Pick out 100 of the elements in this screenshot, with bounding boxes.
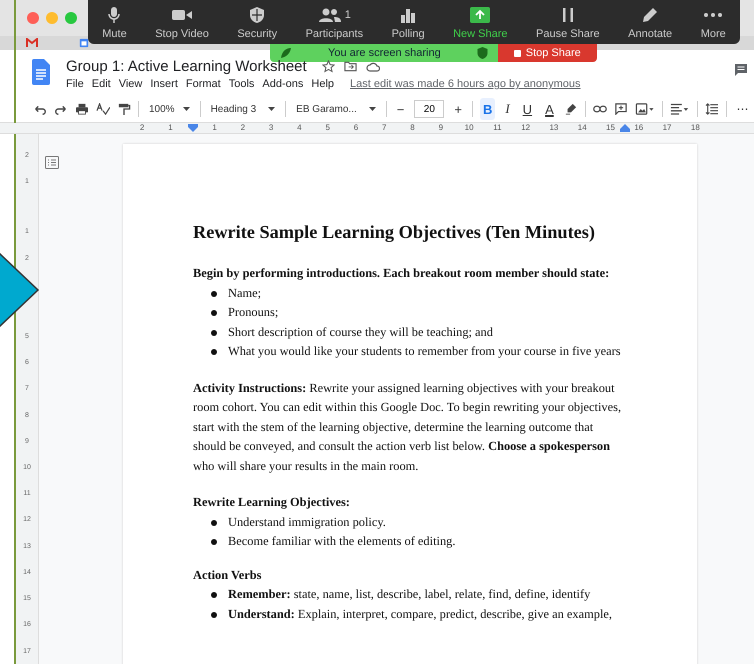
ruler-number: 1 (211, 123, 218, 133)
shield-icon (476, 47, 488, 59)
bullet-item: Understand immigration policy. (228, 514, 386, 531)
indent-marker-icon[interactable] (620, 124, 630, 132)
bullet-icon (211, 520, 217, 526)
style-dropdown[interactable]: Heading 3 (208, 104, 278, 114)
bullet-item: What you would like your students to remember from your course in five years (228, 343, 621, 360)
ruler-number: 7 (381, 123, 388, 133)
align-left-icon[interactable] (670, 103, 690, 115)
ruler-number: 4 (296, 123, 303, 133)
paragraph: Activity Instructions: Rewrite your assigned learning objectives with your breakout room cohort. You can edit within this Google Doc. To begin rewriting your objectives, start with the stem of the learning objective, determine the learning outcome that should be conveyed, and consult the action verb list below. Choose a spokesperson who will share your results in the main room. (193, 380, 622, 475)
toolbar-button[interactable]: Stop Video (155, 4, 209, 40)
document-heading: Rewrite Sample Learning Objectives (Ten Minutes) (193, 221, 596, 244)
toolbar-button[interactable]: 1 Participants (306, 4, 364, 40)
toolbar-button[interactable]: Security (237, 4, 278, 40)
caret-icon (182, 107, 190, 111)
redo-icon[interactable] (54, 103, 68, 115)
toolbar-button[interactable]: Mute (102, 4, 127, 40)
bullet-icon (211, 290, 217, 296)
ruler-number: 15 (605, 123, 616, 133)
menu-item[interactable]: View (118, 78, 142, 90)
bullet-item: Remember: state, name, list, describe, label, relate, find, define, identify (228, 586, 590, 603)
last-edit-link[interactable]: Last edit was made 6 hours ago by anonymous (350, 78, 581, 90)
ruler-number: 8 (409, 123, 416, 133)
ruler-number: 2 (240, 123, 246, 133)
star-icon[interactable] (322, 60, 335, 72)
participant-count: 1 (344, 8, 351, 20)
bullet-item: Understand: Explain, interpret, compare, predict, describe, give an example, (228, 606, 612, 623)
font-dropdown[interactable]: EB Garamo... (293, 104, 379, 114)
microphone-icon (107, 6, 122, 24)
more-icon (703, 12, 724, 18)
line-spacing-icon[interactable] (704, 103, 719, 115)
bullet-icon (211, 539, 217, 545)
pause-icon (562, 6, 574, 22)
video-camera-icon (171, 8, 194, 22)
bullet-icon (211, 612, 217, 618)
ruler-number: 11 (492, 123, 503, 133)
format-button[interactable]: B (480, 98, 496, 120)
ruler-number: 16 (633, 123, 644, 133)
decrease-size-button[interactable]: − (394, 98, 408, 120)
bullet-item: Name; (228, 284, 262, 302)
format-button[interactable]: A (542, 98, 557, 120)
bullet-icon (211, 310, 217, 316)
sharing-status: You are screen sharing (327, 47, 442, 59)
increase-size-button[interactable]: + (451, 98, 465, 120)
font-size-field[interactable]: 20 (414, 100, 444, 118)
folder-icon[interactable] (344, 60, 357, 72)
toolbar-button[interactable]: Pause Share (536, 4, 600, 40)
outline-icon[interactable] (45, 156, 59, 169)
cloud-icon[interactable] (366, 60, 380, 72)
share-screen-icon (469, 6, 492, 24)
image-icon[interactable] (634, 103, 655, 115)
toolbar-button[interactable]: Annotate (628, 4, 672, 40)
bar-chart-icon (400, 6, 416, 22)
bullet-item: Short description of course they will be teaching; and (228, 324, 493, 341)
document-icon[interactable] (32, 59, 50, 85)
zoom-dropdown[interactable]: 100% (146, 104, 193, 114)
toolbar-button[interactable]: Polling (392, 4, 425, 40)
print-icon[interactable] (75, 103, 89, 115)
menu-item[interactable]: Format (186, 78, 221, 90)
link-icon[interactable] (592, 103, 607, 115)
paragraph: Begin by performing introductions. Each breakout room member should state: (193, 265, 610, 282)
caret-icon (368, 107, 376, 111)
paint-roller-icon[interactable] (117, 103, 131, 115)
bullet-icon (211, 349, 217, 355)
format-button[interactable]: I (502, 98, 513, 120)
toolbar-button[interactable]: New Share (453, 4, 508, 40)
section-heading: Rewrite Learning Objectives: (193, 494, 351, 511)
document-title[interactable]: Group 1: Active Learning Worksheet (66, 58, 307, 74)
ruler-number: 12 (520, 123, 532, 133)
more-button[interactable]: ⋯ (734, 98, 752, 120)
calendar-icon[interactable] (78, 38, 90, 48)
caret-icon (268, 107, 276, 111)
format-button[interactable]: U (520, 98, 536, 120)
ruler-number: 18 (690, 123, 701, 133)
undo-icon[interactable] (33, 103, 47, 115)
pencil-icon (642, 6, 658, 22)
spellcheck-icon[interactable] (96, 103, 110, 115)
menu-item[interactable]: Add-ons (262, 78, 304, 90)
bullet-icon (211, 330, 217, 336)
menu-item[interactable]: Tools (228, 78, 254, 90)
people-icon (318, 6, 342, 22)
menu-item[interactable]: Insert (150, 78, 178, 90)
toolbar-button[interactable]: More (700, 4, 726, 40)
ruler-number: 3 (268, 123, 274, 133)
stop-share-button[interactable]: Stop Share (498, 44, 597, 62)
highlighter-icon[interactable] (564, 103, 578, 115)
bullet-item: Pronouns; (228, 304, 278, 321)
menu-item[interactable]: Help (311, 78, 334, 90)
comment-icon[interactable] (734, 63, 748, 76)
ruler-number: 13 (548, 123, 560, 133)
ruler-number: 6 (352, 123, 360, 133)
menu-item[interactable]: File (66, 78, 84, 90)
add-comment-icon[interactable] (614, 103, 628, 115)
ruler-number: 17 (662, 123, 673, 133)
mail-icon[interactable] (26, 38, 38, 48)
ruler-number: 10 (464, 123, 475, 133)
bullet-icon (211, 592, 217, 598)
indent-marker-icon[interactable] (188, 124, 198, 132)
menu-item[interactable]: Edit (92, 78, 111, 90)
